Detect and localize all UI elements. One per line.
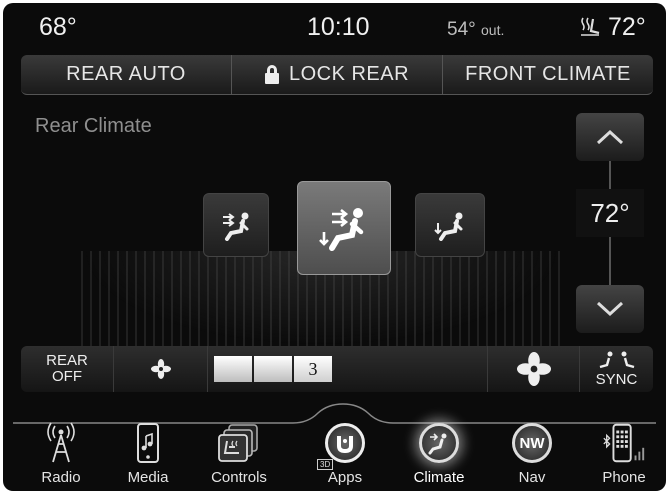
nav-label: Nav	[518, 469, 546, 486]
bottom-nav: Radio Media Controls 3D Apps Climate NW …	[3, 401, 666, 491]
nav-label: Media	[127, 469, 169, 486]
rear-climate-panel: Rear Climate 72°	[21, 101, 653, 346]
sync-label: SYNC	[595, 370, 638, 388]
airflow-face-icon	[223, 212, 249, 241]
nav-label: Climate	[413, 469, 465, 486]
fan-large-icon	[516, 352, 551, 386]
compass-heading: NW	[512, 423, 552, 463]
status-bar: 68° 10:10 54° out. 72°	[3, 3, 666, 51]
rear-auto-button[interactable]: REAR AUTO	[21, 55, 231, 94]
nav-label: Apps	[327, 469, 363, 486]
uconnect-screen: 68° 10:10 54° out. 72° REAR AUTO LOCK RE…	[3, 3, 666, 491]
front-climate-label: FRONT CLIMATE	[465, 63, 631, 85]
outside-temp-value: 54°	[447, 19, 476, 40]
fan-speed-bar[interactable]: 3	[207, 346, 487, 392]
lock-rear-label: LOCK REAR	[288, 63, 410, 85]
passenger-temp-readout[interactable]: 72°	[608, 13, 646, 42]
rear-off-line1: REAR	[46, 352, 88, 369]
fan-control-bar: REAR OFF 3 SYNC	[21, 346, 653, 392]
rear-off-button[interactable]: REAR OFF	[21, 346, 113, 392]
radio-tower-icon	[37, 421, 85, 465]
nav-label: Radio	[41, 469, 81, 486]
nav-label: Phone	[602, 469, 646, 486]
clock: 10:10	[307, 13, 370, 41]
fan-small-icon	[150, 359, 171, 379]
fan-speed-segment	[214, 356, 252, 382]
temp-up-button[interactable]	[576, 113, 644, 161]
nav-apps[interactable]: 3D Apps	[305, 421, 385, 489]
nav-nav[interactable]: NW Nav	[492, 421, 572, 489]
airflow-bilevel-icon	[319, 208, 364, 251]
mode-face-button[interactable]	[203, 193, 269, 257]
nav-media[interactable]: Media	[108, 421, 188, 489]
climate-tab-bar: REAR AUTO LOCK REAR FRONT CLIMATE	[21, 55, 653, 95]
page-title: Rear Climate	[35, 115, 152, 137]
lock-icon	[264, 65, 279, 84]
chevron-up-icon	[596, 129, 624, 145]
compass-icon: NW	[508, 421, 556, 465]
nav-controls[interactable]: Controls	[199, 421, 279, 489]
nav-radio[interactable]: Radio	[21, 421, 101, 489]
driver-temp-readout[interactable]: 68°	[39, 13, 77, 42]
nav-phone[interactable]: Phone	[584, 421, 664, 489]
heated-seat-icon[interactable]	[579, 15, 601, 39]
rear-temp-readout: 72°	[576, 189, 644, 237]
apps-3d-badge: 3D	[317, 459, 334, 470]
mode-bilevel-button[interactable]	[297, 181, 391, 275]
airflow-floor-icon	[434, 212, 463, 241]
phone-icon	[600, 421, 648, 465]
fan-speed-value: 3	[294, 356, 332, 382]
rear-temp-control: 72°	[576, 113, 644, 333]
outside-temp-label: out.	[481, 22, 505, 38]
fan-speed-segment	[254, 356, 292, 382]
fan-increase-button[interactable]	[487, 346, 579, 392]
chevron-down-icon	[596, 301, 624, 317]
rear-auto-label: REAR AUTO	[66, 63, 186, 85]
fan-decrease-button[interactable]	[113, 346, 207, 392]
media-phone-icon	[124, 421, 172, 465]
controls-seat-icon	[215, 421, 263, 465]
outside-temp: 54° out.	[447, 19, 504, 41]
front-climate-button[interactable]: FRONT CLIMATE	[442, 55, 653, 94]
temp-down-button[interactable]	[576, 285, 644, 333]
nav-climate[interactable]: Climate	[399, 421, 479, 489]
rear-off-label: REAR OFF	[46, 353, 88, 385]
lock-rear-button[interactable]: LOCK REAR	[231, 55, 442, 94]
sync-seats-icon	[599, 351, 634, 368]
rear-off-line2: OFF	[52, 368, 82, 385]
climate-icon	[415, 421, 463, 465]
sync-button[interactable]: SYNC	[579, 346, 653, 392]
mode-floor-button[interactable]	[415, 193, 485, 257]
nav-label: Controls	[211, 469, 267, 486]
